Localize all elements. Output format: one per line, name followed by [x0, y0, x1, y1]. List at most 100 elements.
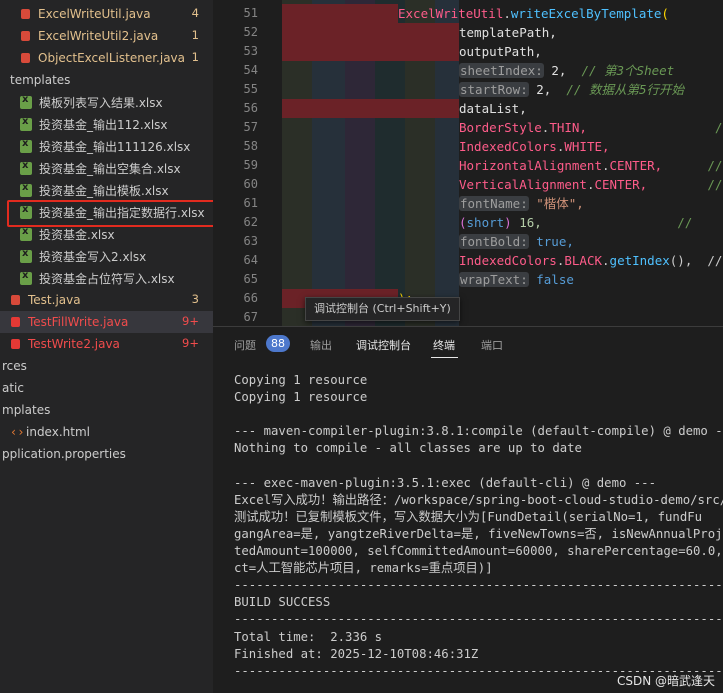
folder-item[interactable]: atic — [0, 377, 213, 399]
code-token: // — [586, 120, 723, 135]
line-number: 57 — [243, 120, 258, 134]
folder-item[interactable]: templates — [0, 69, 213, 91]
file-item[interactable]: ExcelWriteUtil2.java 1 — [0, 25, 213, 47]
line-number: 53 — [243, 44, 258, 58]
code-token: // 数据从第5行开始 — [566, 82, 684, 97]
file-item[interactable]: TestWrite2.java 9+ — [0, 333, 213, 355]
code-token: THIN, — [549, 120, 587, 135]
file-item[interactable]: Test.java 3 — [0, 289, 213, 311]
file-label: 投资基金.xlsx — [39, 227, 115, 242]
file-label: index.html — [26, 425, 90, 439]
problem-count-badge: 9+ — [182, 336, 199, 350]
code-text: sheetIndex: 2, // 第3个Sheet — [459, 61, 674, 80]
parameter-hint: sheetIndex: — [459, 63, 544, 78]
code-line: 54 sheetIndex: 2, // 第3个Sheet — [213, 61, 723, 80]
line-number: 58 — [243, 139, 258, 153]
line-number: 64 — [243, 253, 258, 267]
code-line: 53 outputPath, — [213, 42, 723, 61]
file-label: ExcelWriteUtil2.java — [38, 29, 159, 43]
line-number: 54 — [243, 63, 258, 77]
code-token: // — [541, 215, 693, 230]
terminal-line: Total time: 2.336 s — [234, 629, 383, 644]
terminal-line: 测试成功！已复制模板文件，写入数据大小为[FundDetail(serialNo… — [234, 509, 703, 524]
parameter-hint: wrapText: — [459, 272, 529, 287]
code-line: 61 fontName: "楷体", — [213, 194, 723, 213]
file-item[interactable]: 投资基金_输出空集合.xlsx — [0, 157, 213, 179]
code-token: BorderStyle — [459, 120, 542, 135]
panel-tab[interactable]: 问题 — [234, 337, 256, 353]
file-item[interactable]: 模板列表写入结果.xlsx — [0, 91, 213, 113]
code-text: (short) 16, // — [459, 213, 692, 232]
file-label: 模板列表写入结果.xlsx — [39, 95, 163, 110]
code-token: 16, — [511, 215, 542, 230]
problem-count-badge: 1 — [191, 50, 199, 64]
panel-tab[interactable]: 终端 — [433, 337, 455, 353]
terminal-line: Nothing to compile - all classes are up … — [234, 441, 582, 456]
code-token: outputPath, — [459, 44, 542, 59]
code-token: short — [466, 215, 505, 230]
folder-item[interactable]: rces — [0, 355, 213, 377]
code-text: templatePath, — [459, 23, 557, 42]
code-line: 52 templatePath, — [213, 23, 723, 42]
line-number: 60 — [243, 177, 258, 191]
line-number: 59 — [243, 158, 258, 172]
file-item[interactable]: ‹› index.html — [0, 421, 213, 443]
code-token: dataList, — [459, 101, 527, 116]
explorer-sidebar: ExcelWriteUtil.java 4 ExcelWriteUtil2.java… — [0, 0, 213, 693]
file-item[interactable]: 投资基金_输出112.xlsx — [0, 113, 213, 135]
problem-count-badge: 4 — [191, 6, 199, 20]
file-item[interactable]: 投资基金_输出模板.xlsx — [0, 179, 213, 201]
problems-count-badge: 88 — [266, 335, 290, 352]
code-text: outputPath, — [459, 42, 542, 61]
code-token: . — [503, 6, 511, 21]
line-number: 61 — [243, 196, 258, 210]
excel-file-icon — [20, 116, 32, 131]
file-item[interactable]: pplication.properties — [0, 443, 213, 465]
line-number: 56 — [243, 101, 258, 115]
code-line: 65 wrapText: false — [213, 270, 723, 289]
file-item[interactable]: TestFillWrite.java 9+ — [0, 311, 213, 333]
java-file-icon — [10, 338, 21, 350]
code-line: 66); — [213, 289, 723, 308]
code-editor[interactable]: 51 ExcelWriteUtil.writeExcelByTemplate(52… — [213, 0, 723, 326]
panel-tab[interactable]: 端口 — [481, 337, 503, 353]
file-label: 投资基金写入2.xlsx — [39, 249, 147, 264]
code-token: 2, — [528, 82, 567, 97]
problem-count-badge: 3 — [191, 292, 199, 306]
file-item[interactable]: 投资基金占位符写入.xlsx — [0, 267, 213, 289]
code-token: IndexedColors — [459, 139, 557, 154]
code-token: getIndex — [609, 253, 670, 268]
code-text: IndexedColors.BLACK.getIndex(), // — [459, 251, 722, 270]
code-line: 63 fontBold: true, — [213, 232, 723, 251]
file-item[interactable]: 投资基金_输出111126.xlsx — [0, 135, 213, 157]
terminal-line: ----------------------------------------… — [234, 612, 723, 627]
file-item[interactable]: 投资基金写入2.xlsx — [0, 245, 213, 267]
terminal-line: Finished at: 2025-12-10T08:46:31Z — [234, 646, 479, 661]
excel-file-icon — [20, 138, 32, 153]
file-item[interactable]: ObjectExcelListener.java 1 — [0, 47, 213, 69]
line-number: 63 — [243, 234, 258, 248]
file-label: 投资基金占位符写入.xlsx — [39, 271, 175, 286]
panel-tab[interactable]: 调试控制台 — [356, 337, 411, 353]
code-line: 55 startRow: 2, // 数据从第5行开始 — [213, 80, 723, 99]
code-token: WHITE, — [564, 139, 610, 154]
code-token: IndexedColors — [459, 253, 557, 268]
excel-file-icon — [20, 248, 32, 263]
debug-console-tooltip: 调试控制台 (Ctrl+Shift+Y) — [305, 297, 460, 321]
code-line: 51 ExcelWriteUtil.writeExcelByTemplate( — [213, 4, 723, 23]
code-line: 57 BorderStyle.THIN, // — [213, 118, 723, 137]
code-token: // — [662, 158, 723, 173]
code-text: startRow: 2, // 数据从第5行开始 — [459, 80, 684, 99]
code-token: writeExcelByTemplate — [510, 6, 662, 21]
file-label: templates — [10, 73, 71, 87]
parameter-hint: fontBold: — [459, 234, 529, 249]
panel-tab[interactable]: 输出 — [310, 337, 332, 353]
file-item[interactable]: ExcelWriteUtil.java 4 — [0, 3, 213, 25]
folder-item[interactable]: mplates — [0, 399, 213, 421]
watermark: CSDN @暗武逢天 — [616, 674, 715, 688]
terminal-line: Copying 1 resource — [234, 390, 368, 405]
line-number: 51 — [243, 6, 258, 20]
terminal-line: --- maven-compiler-plugin:3.8.1:compile … — [234, 424, 723, 439]
terminal-line: Copying 1 resource — [234, 373, 368, 387]
code-token: ( — [661, 6, 669, 21]
